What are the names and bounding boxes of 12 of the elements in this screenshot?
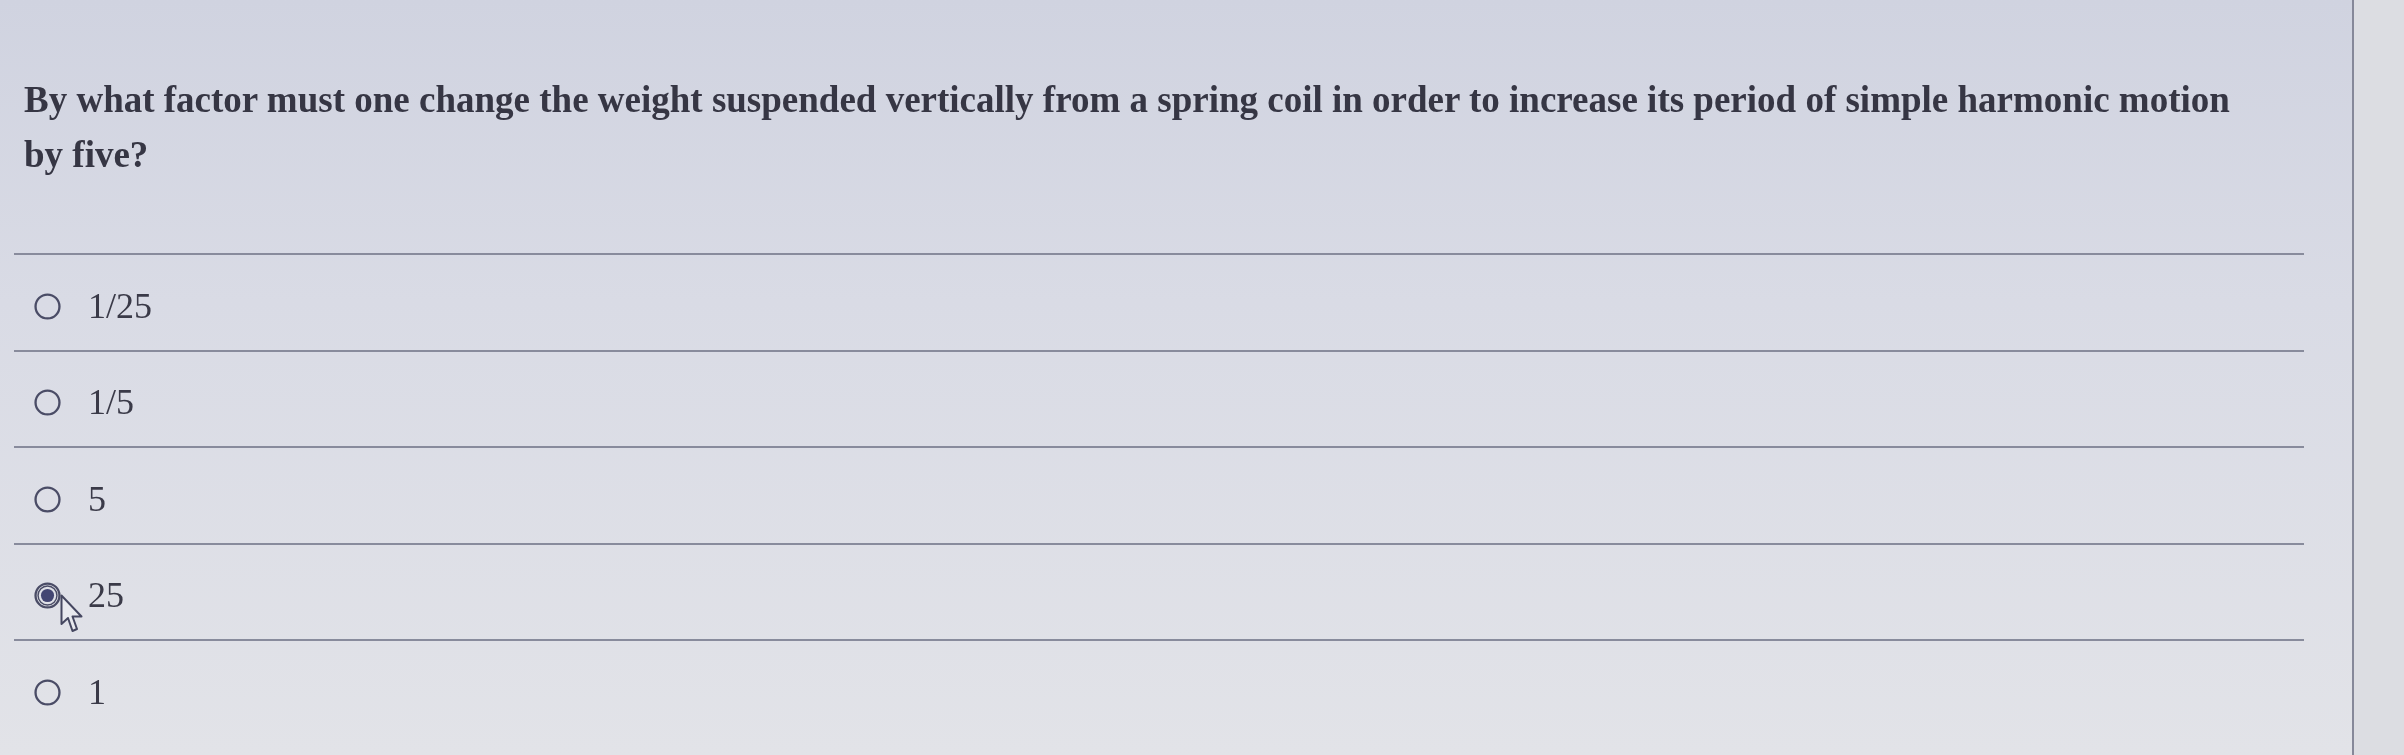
option-label[interactable]: 1/5 xyxy=(88,381,134,425)
radio-button[interactable] xyxy=(34,485,61,513)
radio-button[interactable] xyxy=(34,678,61,706)
option-label[interactable]: 1 xyxy=(88,670,106,714)
option-label[interactable]: 25 xyxy=(88,574,124,618)
option-label[interactable]: 1/25 xyxy=(88,284,152,328)
option-label[interactable]: 5 xyxy=(88,477,106,521)
radio-button[interactable] xyxy=(34,582,61,610)
question-text: By what factor must one change the weight suspended vertically from a spring coil in order to increase its period of simple harmonic motion by five? xyxy=(24,78,2231,177)
radio-button[interactable] xyxy=(34,389,61,417)
radio-button[interactable] xyxy=(34,292,61,320)
mouse-pointer-icon xyxy=(60,592,84,635)
